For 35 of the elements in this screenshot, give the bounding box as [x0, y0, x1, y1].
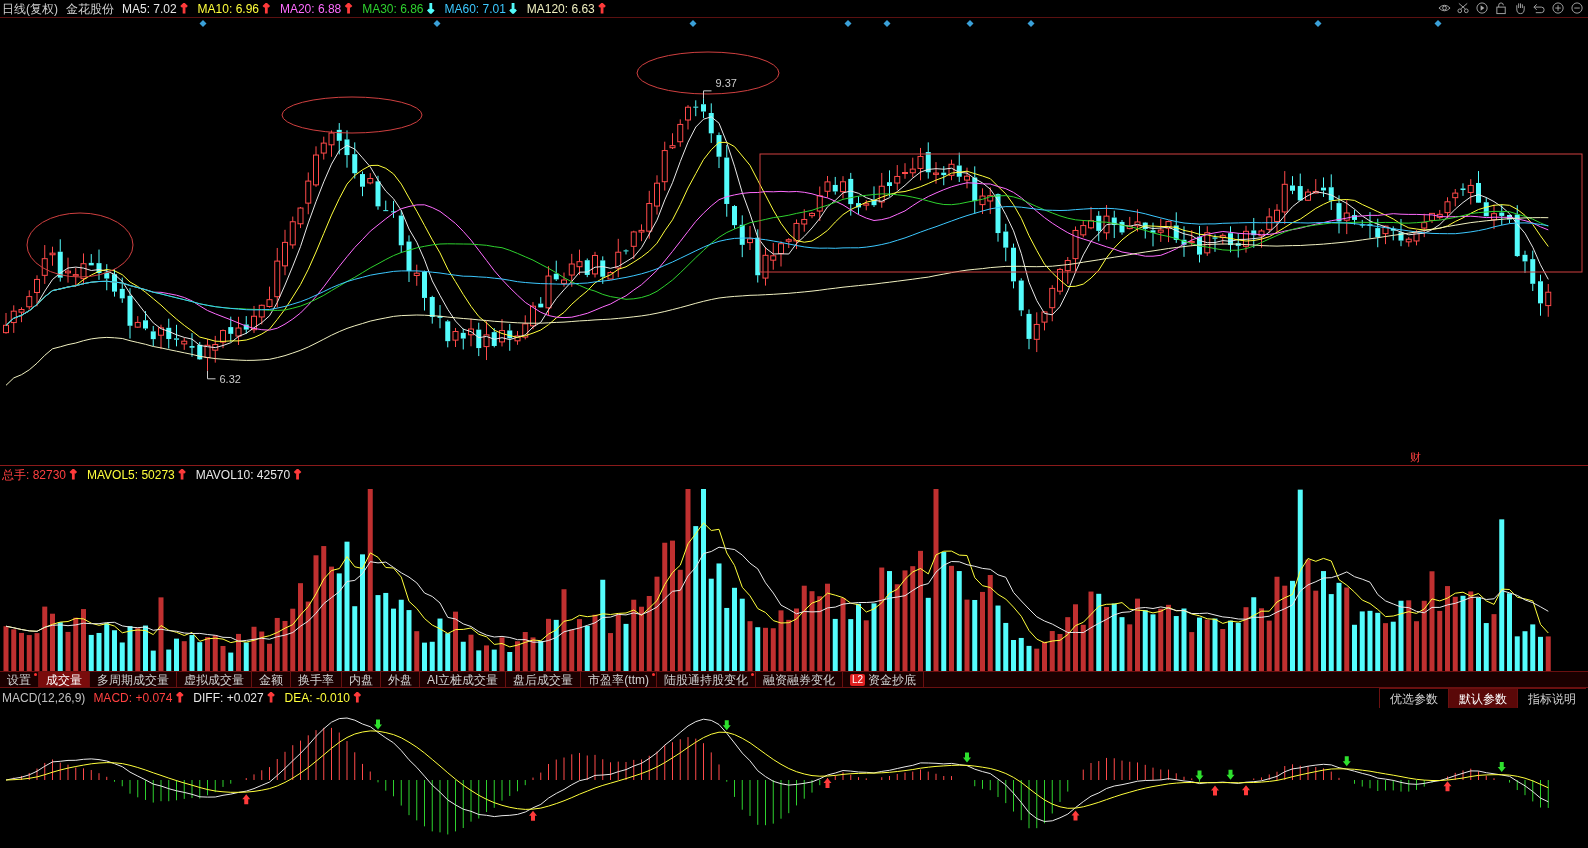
- indicator-value: MAVOL5: 50273: [86, 466, 175, 484]
- stock-name: 金花股份: [66, 0, 114, 18]
- trend-arrow: ↑: [174, 691, 186, 705]
- indicator-value: DIFF: +0.027: [193, 690, 264, 707]
- parameter-button[interactable]: 指标说明: [1517, 688, 1586, 708]
- trend-arrow: ↑: [265, 691, 277, 705]
- indicator-tab[interactable]: 成交量: [39, 672, 90, 687]
- level2-badge: L2: [850, 673, 866, 686]
- trend-arrow: ↓: [507, 1, 519, 16]
- trend-arrow: ↑: [596, 1, 608, 16]
- indicator-value: MA10: 6.96: [197, 0, 259, 18]
- trend-arrow: ↑: [352, 691, 363, 705]
- high-price-label: 9.37: [715, 76, 737, 89]
- chart-period-label[interactable]: 日线(复权): [2, 0, 58, 18]
- indicator-value: MAVOL10: 42570: [195, 466, 291, 484]
- trend-arrow: ↑: [292, 467, 304, 482]
- finance-marker[interactable]: 财: [1410, 449, 1421, 466]
- indicator-value: MA20: 6.88: [279, 0, 342, 18]
- trend-arrow: ↑: [68, 467, 79, 482]
- trend-arrow: ↑: [176, 467, 188, 482]
- macd-title: MACD(12,26,9): [2, 690, 86, 707]
- trend-arrow: ↓: [425, 1, 437, 16]
- indicator-value: MACD: +0.074: [93, 690, 173, 707]
- indicator-value: MA60: 7.01: [444, 0, 506, 18]
- trend-arrow: ↑: [261, 1, 272, 16]
- trend-arrow: ↑: [343, 1, 355, 16]
- indicator-value: 总手: 82730: [2, 466, 67, 484]
- low-price-label: 6.32: [219, 372, 241, 385]
- indicator-value: DEA: -0.010: [284, 690, 350, 707]
- indicator-value: MA5: 7.02: [122, 0, 177, 18]
- indicator-value: MA30: 6.86: [362, 0, 424, 18]
- parameter-button[interactable]: 默认参数: [1448, 688, 1517, 708]
- indicator-value: MA120: 6.63: [526, 0, 595, 18]
- trend-arrow: ↑: [178, 1, 190, 16]
- parameter-button[interactable]: 优选参数: [1379, 688, 1448, 708]
